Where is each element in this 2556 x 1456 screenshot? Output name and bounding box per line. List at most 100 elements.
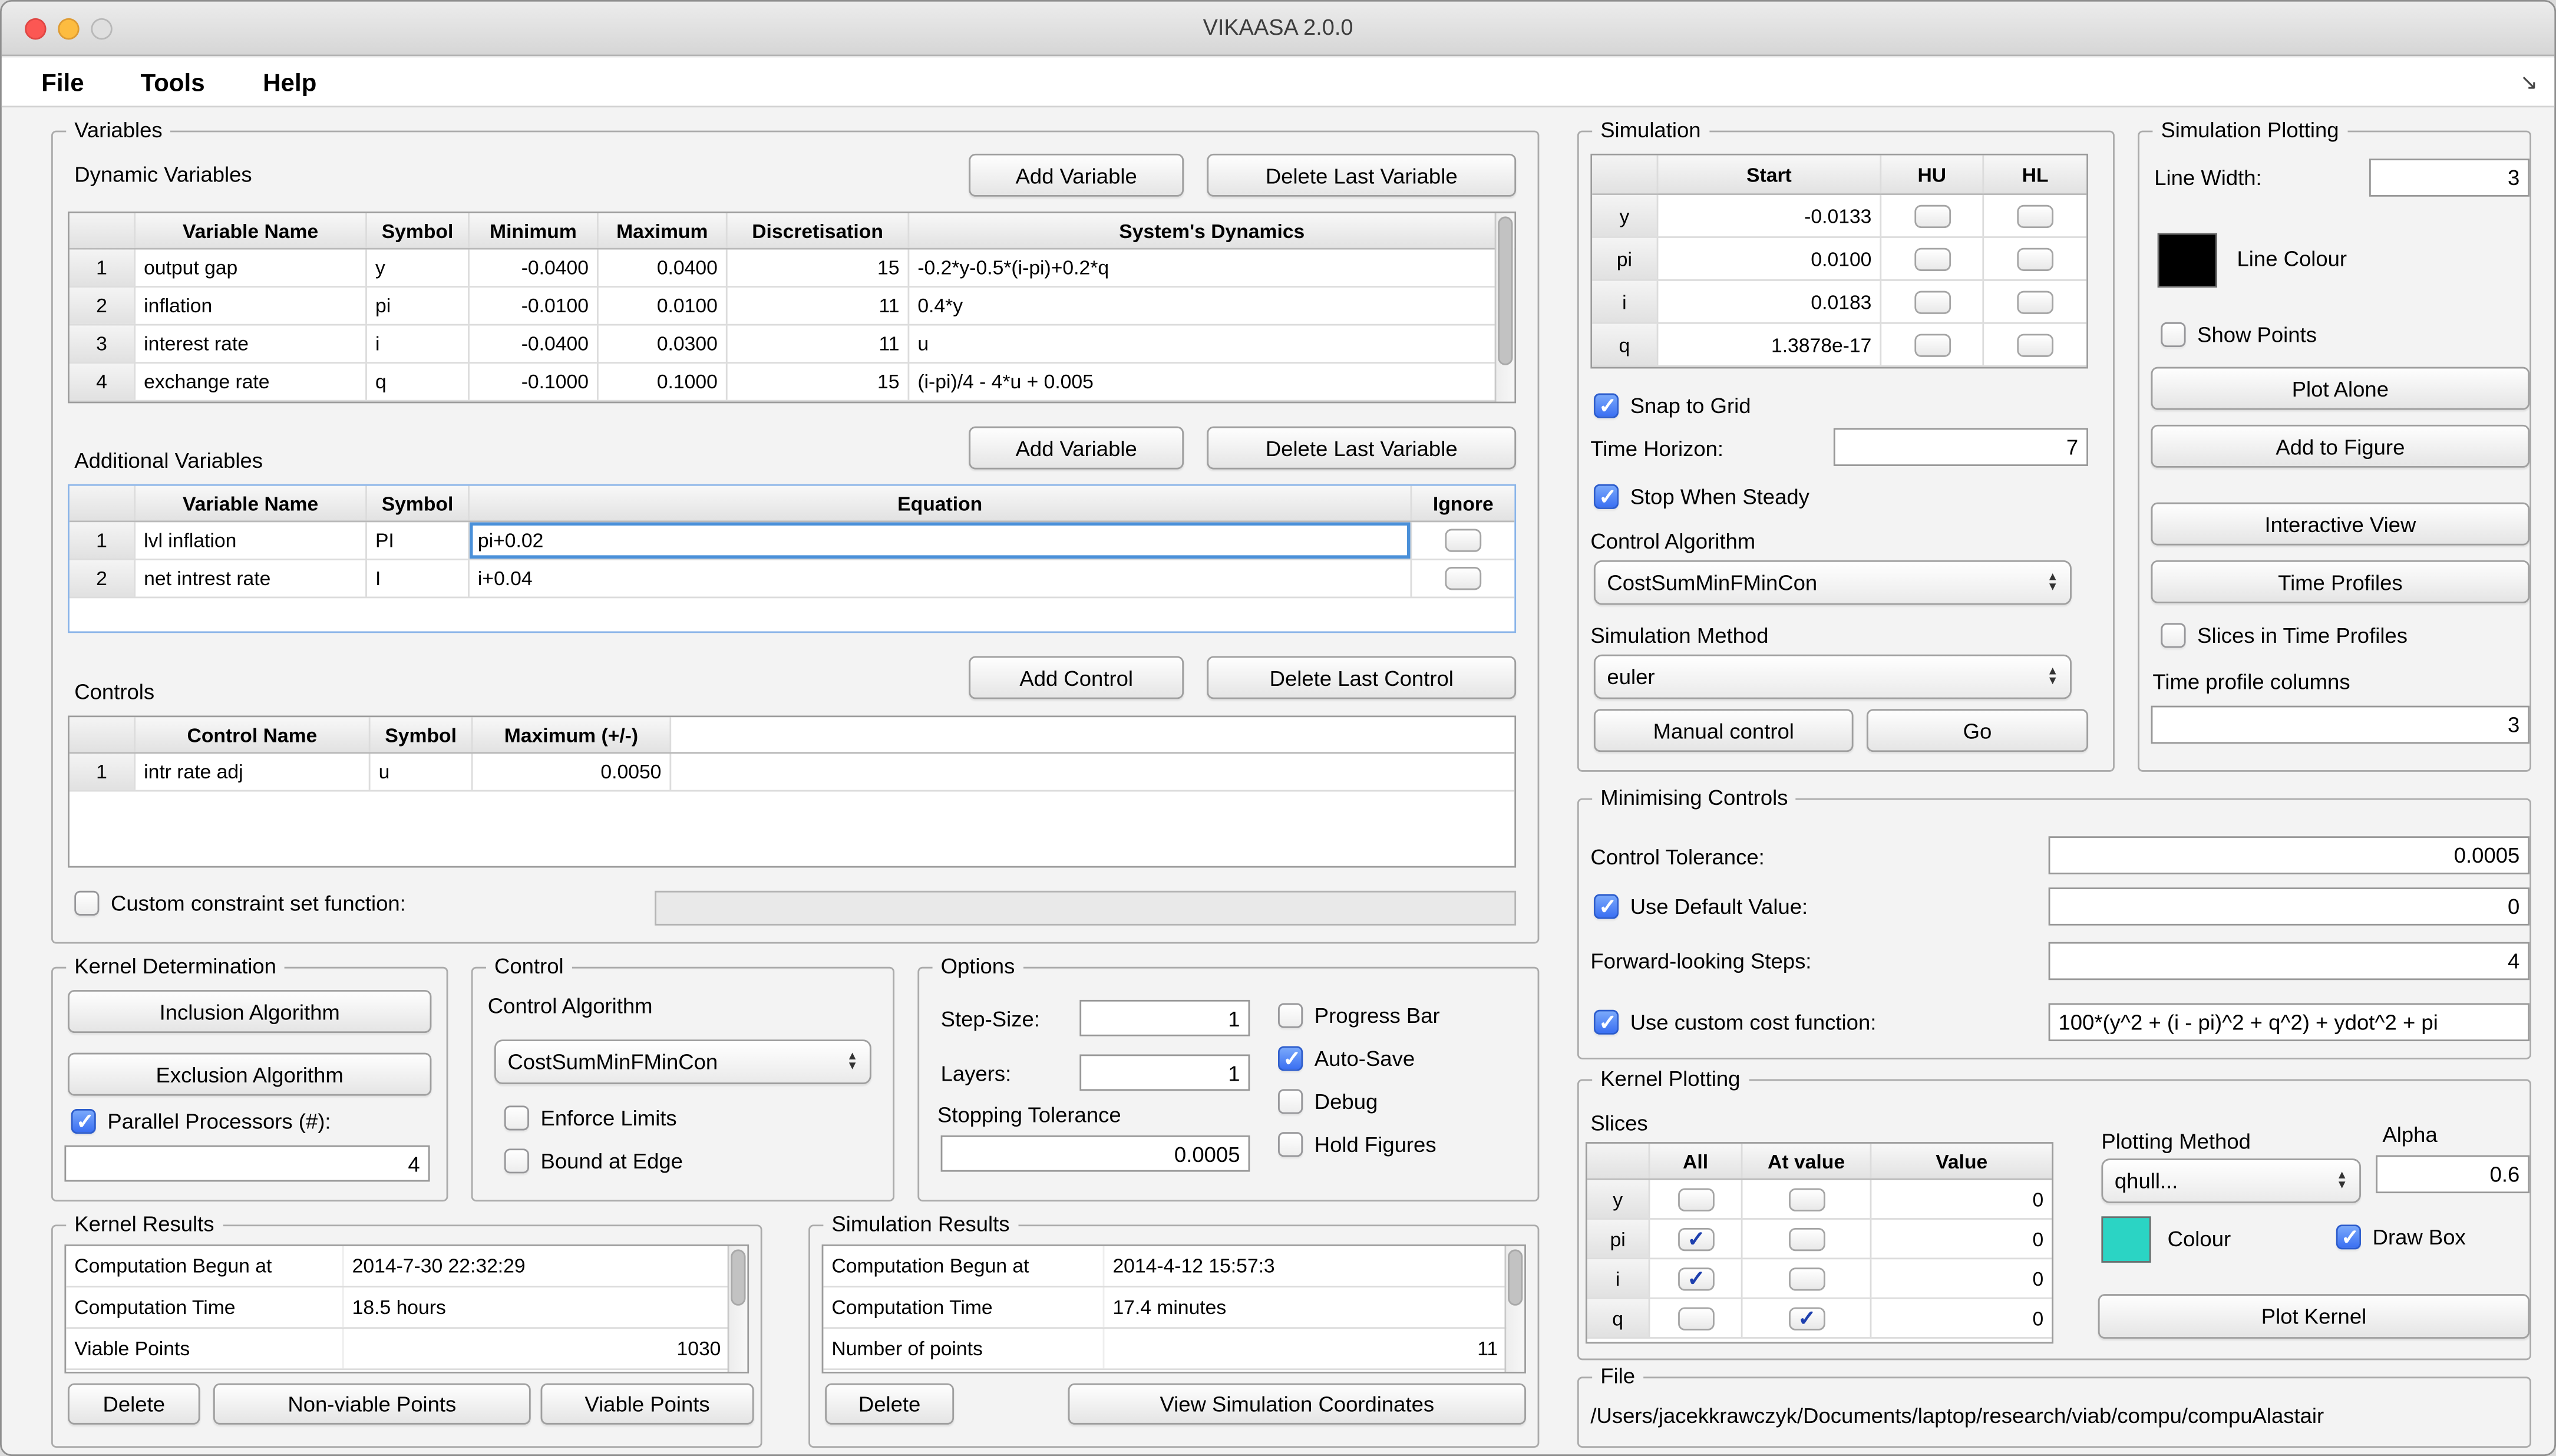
- enforce-limits-checkbox[interactable]: [504, 1105, 529, 1130]
- maximum-cell[interactable]: 0.0400: [599, 250, 728, 286]
- variable-name-cell[interactable]: interest rate: [136, 326, 367, 362]
- show-points-checkbox[interactable]: [2161, 322, 2185, 347]
- menu-help[interactable]: Help: [263, 58, 316, 107]
- variable-name-cell[interactable]: net intrest rate: [136, 560, 367, 597]
- hu-checkbox[interactable]: [1914, 333, 1950, 356]
- stop-when-steady-checkbox[interactable]: [1594, 484, 1619, 509]
- custom-constraint-checkbox[interactable]: [74, 891, 99, 916]
- at-value-checkbox[interactable]: [1788, 1227, 1825, 1250]
- stopping-tolerance-field[interactable]: 0.0005: [941, 1135, 1250, 1172]
- layers-field[interactable]: 1: [1079, 1054, 1250, 1091]
- value-cell[interactable]: 0: [1871, 1220, 2052, 1258]
- variable-name-cell[interactable]: lvl inflation: [136, 522, 367, 559]
- inclusion-algorithm-button[interactable]: Inclusion Algorithm: [68, 990, 431, 1033]
- progress-bar-checkbox[interactable]: [1278, 1003, 1303, 1028]
- variable-name-cell[interactable]: exchange rate: [136, 364, 367, 400]
- bound-at-edge-checkbox[interactable]: [504, 1148, 529, 1173]
- add-control-button[interactable]: Add Control: [969, 656, 1184, 699]
- simulation-method-dropdown[interactable]: euler: [1594, 655, 2072, 699]
- custom-cost-function-field[interactable]: 100*(y^2 + (i - pi)^2 + q^2) + ydot^2 + …: [2049, 1003, 2530, 1042]
- kernel-colour-swatch[interactable]: [2101, 1216, 2151, 1263]
- symbol-cell[interactable]: PI: [367, 522, 470, 559]
- vertical-scrollbar[interactable]: [728, 1246, 748, 1372]
- time-profile-columns-field[interactable]: 3: [2151, 706, 2530, 744]
- custom-constraint-field[interactable]: [655, 891, 1516, 926]
- symbol-cell[interactable]: u: [371, 754, 473, 790]
- slices-in-time-profiles-checkbox[interactable]: [2161, 623, 2185, 648]
- line-width-field[interactable]: 3: [2369, 159, 2529, 197]
- symbol-cell[interactable]: i: [367, 326, 470, 362]
- vertical-scrollbar[interactable]: [1495, 213, 1515, 402]
- default-value-field[interactable]: 0: [2049, 887, 2530, 926]
- delete-last-dynamic-variable-button[interactable]: Delete Last Variable: [1207, 154, 1516, 197]
- debug-checkbox[interactable]: [1278, 1089, 1303, 1114]
- hl-checkbox[interactable]: [2017, 333, 2053, 356]
- symbol-cell[interactable]: q: [367, 364, 470, 400]
- hl-checkbox[interactable]: [2017, 204, 2053, 227]
- control-algorithm-dropdown[interactable]: CostSumMinFMinCon: [494, 1039, 871, 1084]
- control-tolerance-field[interactable]: 0.0005: [2049, 836, 2530, 874]
- plot-kernel-button[interactable]: Plot Kernel: [2098, 1294, 2529, 1339]
- menu-tools[interactable]: Tools: [141, 58, 205, 107]
- discretisation-cell[interactable]: 15: [728, 250, 910, 286]
- hl-checkbox[interactable]: [2017, 290, 2053, 313]
- alpha-field[interactable]: 0.6: [2376, 1155, 2529, 1194]
- use-default-value-checkbox[interactable]: [1594, 894, 1619, 919]
- ignore-checkbox[interactable]: [1445, 529, 1481, 552]
- equation-cell[interactable]: i+0.04: [470, 560, 1412, 597]
- maximum-cell[interactable]: 0.1000: [599, 364, 728, 400]
- delete-last-additional-variable-button[interactable]: Delete Last Variable: [1207, 427, 1516, 470]
- symbol-cell[interactable]: y: [367, 250, 470, 286]
- forward-looking-steps-field[interactable]: 4: [2049, 942, 2530, 980]
- processors-field[interactable]: 4: [64, 1145, 430, 1182]
- hold-figures-checkbox[interactable]: [1278, 1132, 1303, 1157]
- use-custom-cost-checkbox[interactable]: [1594, 1010, 1619, 1035]
- parallel-processors-checkbox[interactable]: [71, 1109, 96, 1134]
- all-checkbox[interactable]: [1677, 1187, 1714, 1210]
- hl-checkbox[interactable]: [2017, 247, 2053, 270]
- value-cell[interactable]: 0: [1871, 1299, 2052, 1338]
- scrollbar-thumb[interactable]: [1498, 216, 1513, 365]
- variable-name-cell[interactable]: inflation: [136, 288, 367, 324]
- line-colour-swatch[interactable]: [2158, 233, 2217, 288]
- time-horizon-field[interactable]: 7: [1834, 428, 2088, 466]
- snap-to-grid-checkbox[interactable]: [1594, 394, 1619, 418]
- sim-control-algorithm-dropdown[interactable]: CostSumMinFMinCon: [1594, 560, 2072, 605]
- control-name-cell[interactable]: intr rate adj: [136, 754, 370, 790]
- at-value-checkbox[interactable]: [1788, 1267, 1825, 1290]
- discretisation-cell[interactable]: 11: [728, 288, 910, 324]
- maximum-cell[interactable]: 0.0100: [599, 288, 728, 324]
- minimum-cell[interactable]: -0.0100: [470, 288, 599, 324]
- view-simulation-coordinates-button[interactable]: View Simulation Coordinates: [1068, 1384, 1526, 1425]
- simulation-delete-button[interactable]: Delete: [825, 1384, 954, 1425]
- all-checkbox[interactable]: [1677, 1267, 1714, 1290]
- discretisation-cell[interactable]: 11: [728, 326, 910, 362]
- hu-checkbox[interactable]: [1914, 204, 1950, 227]
- time-profiles-button[interactable]: Time Profiles: [2151, 560, 2530, 603]
- dynamics-cell[interactable]: (i-pi)/4 - 4*u + 0.005: [909, 364, 1514, 400]
- value-cell[interactable]: 0: [1871, 1180, 2052, 1219]
- dynamics-cell[interactable]: 0.4*y: [909, 288, 1514, 324]
- plotting-method-dropdown[interactable]: qhull...: [2101, 1158, 2361, 1203]
- dynamics-cell[interactable]: u: [909, 326, 1514, 362]
- symbol-cell[interactable]: I: [367, 560, 470, 597]
- discretisation-cell[interactable]: 15: [728, 364, 910, 400]
- add-to-figure-button[interactable]: Add to Figure: [2151, 425, 2530, 468]
- maximum-cell[interactable]: 0.0300: [599, 326, 728, 362]
- maximum-cell[interactable]: 0.0050: [473, 754, 672, 790]
- dynamics-cell[interactable]: -0.2*y-0.5*(i-pi)+0.2*q: [909, 250, 1514, 286]
- equation-cell-selected[interactable]: pi+0.02: [470, 522, 1412, 559]
- file-path[interactable]: /Users/jacekkrawczyk/Documents/laptop/re…: [1590, 1403, 2324, 1428]
- ignore-checkbox[interactable]: [1445, 567, 1481, 590]
- exclusion-algorithm-button[interactable]: Exclusion Algorithm: [68, 1053, 431, 1096]
- variable-name-cell[interactable]: output gap: [136, 250, 367, 286]
- manual-control-button[interactable]: Manual control: [1594, 709, 1854, 752]
- auto-save-checkbox[interactable]: [1278, 1046, 1303, 1071]
- start-cell[interactable]: -0.0133: [1658, 195, 1881, 236]
- dock-icon[interactable]: [2520, 58, 2538, 107]
- start-cell[interactable]: 1.3878e-17: [1658, 324, 1881, 365]
- all-checkbox[interactable]: [1677, 1306, 1714, 1329]
- step-size-field[interactable]: 1: [1079, 1000, 1250, 1036]
- at-value-checkbox[interactable]: [1788, 1187, 1825, 1210]
- add-dynamic-variable-button[interactable]: Add Variable: [969, 154, 1184, 197]
